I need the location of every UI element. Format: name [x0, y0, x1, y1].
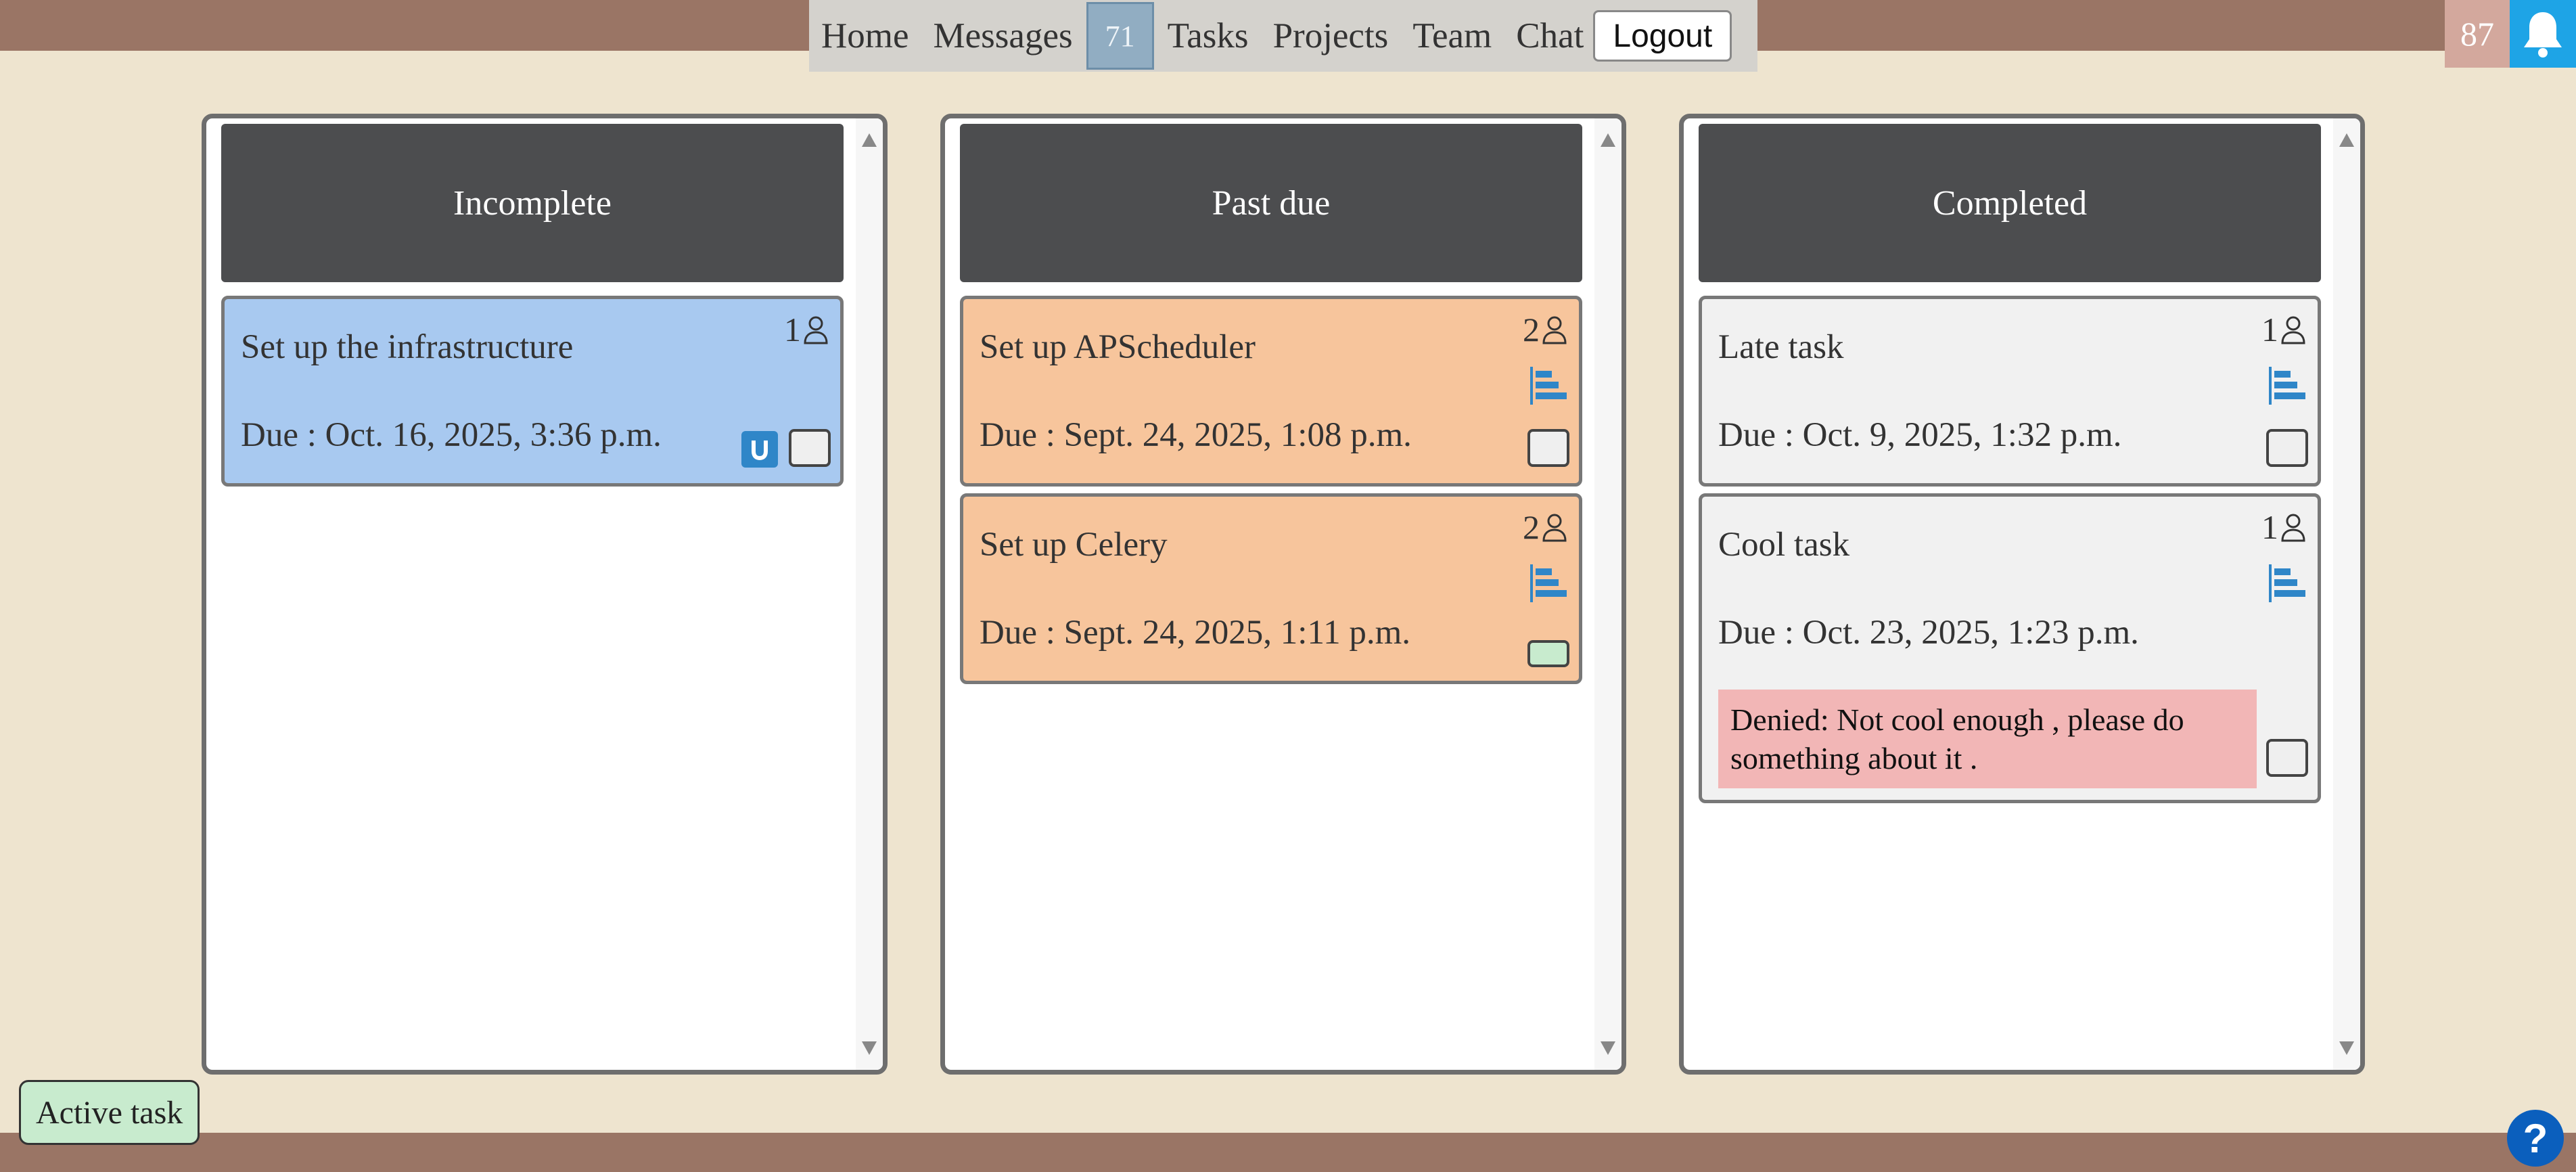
task-due-date: Due : Sept. 24, 2025, 1:11 p.m.: [980, 614, 1411, 652]
task-checkbox[interactable]: [2266, 739, 2308, 777]
scroll-down-arrow-icon[interactable]: [1601, 1041, 1615, 1055]
notification-count[interactable]: 87: [2445, 0, 2510, 68]
assignee-count-value: 1: [2261, 508, 2278, 546]
assignee-count-value: 2: [1523, 508, 1540, 546]
user-icon: [1542, 316, 1567, 344]
user-icon: [2281, 514, 2305, 542]
task-card[interactable]: Set up Celery Due : Sept. 24, 2025, 1:11…: [960, 493, 1582, 684]
help-question-icon: ?: [2523, 1115, 2548, 1161]
assignee-count: 2: [1523, 508, 1568, 547]
notification-bell-button[interactable]: [2510, 0, 2576, 68]
nav-home[interactable]: Home: [821, 18, 909, 54]
scroll-down-arrow-icon[interactable]: [862, 1041, 877, 1055]
task-checkbox[interactable]: [1527, 640, 1569, 667]
assignee-count: 2: [1523, 310, 1568, 349]
task-card[interactable]: Set up the infrastructure Due : Oct. 16,…: [221, 296, 844, 487]
assignee-count: 1: [2261, 508, 2307, 547]
column-header: Past due: [960, 124, 1582, 282]
column-header: Completed: [1699, 124, 2321, 282]
column-scrollbar[interactable]: [856, 118, 883, 1070]
column-scrollbar[interactable]: [2333, 118, 2360, 1070]
priority-bars-icon: [1530, 564, 1567, 602]
messages-count-badge[interactable]: 71: [1086, 2, 1154, 70]
user-icon: [804, 316, 828, 344]
task-title: Set up the infrastructure: [241, 328, 574, 366]
priority-bars-icon: [1530, 367, 1567, 405]
scroll-up-arrow-icon[interactable]: [862, 133, 877, 147]
task-due-date: Due : Oct. 23, 2025, 1:23 p.m.: [1718, 614, 2139, 652]
nav-chat[interactable]: Chat: [1516, 18, 1584, 54]
task-card[interactable]: Late task Due : Oct. 9, 2025, 1:32 p.m. …: [1699, 296, 2321, 487]
task-title: Cool task: [1718, 526, 1850, 564]
task-card[interactable]: Set up APScheduler Due : Sept. 24, 2025,…: [960, 296, 1582, 487]
task-title: Set up Celery: [980, 526, 1168, 564]
scroll-up-arrow-icon[interactable]: [1601, 133, 1615, 147]
task-due-date: Due : Oct. 16, 2025, 3:36 p.m.: [241, 416, 662, 454]
main-nav: Home Messages 71 Tasks Projects Team Cha…: [809, 0, 1757, 72]
task-card[interactable]: Cool task Due : Oct. 23, 2025, 1:23 p.m.…: [1699, 493, 2321, 803]
task-due-date: Due : Oct. 9, 2025, 1:32 p.m.: [1718, 416, 2122, 454]
assignee-count: 1: [784, 310, 829, 349]
scroll-up-arrow-icon[interactable]: [2339, 133, 2354, 147]
denial-message: Denied: Not cool enough , please do some…: [1718, 690, 2257, 788]
priority-bars-icon: [2269, 564, 2305, 602]
bottom-bar: [0, 1133, 2576, 1172]
priority-bars-icon: [2269, 367, 2305, 405]
column-header: Incomplete: [221, 124, 844, 282]
nav-messages[interactable]: Messages: [934, 18, 1073, 54]
task-checkbox[interactable]: [1527, 429, 1569, 467]
column-scrollbar[interactable]: [1594, 118, 1622, 1070]
user-icon: [2281, 316, 2305, 344]
task-title: Late task: [1718, 328, 1844, 366]
u-badge-icon: [741, 431, 778, 468]
assignee-count-value: 1: [2261, 311, 2278, 348]
user-icon: [1542, 514, 1567, 542]
active-task-button[interactable]: Active task: [19, 1080, 200, 1145]
assignee-count-value: 1: [784, 311, 801, 348]
logout-button[interactable]: Logout: [1593, 10, 1732, 62]
task-checkbox[interactable]: [789, 429, 831, 467]
assignee-count: 1: [2261, 310, 2307, 349]
bell-icon: [2524, 12, 2562, 58]
nav-projects[interactable]: Projects: [1273, 18, 1389, 54]
task-due-date: Due : Sept. 24, 2025, 1:08 p.m.: [980, 416, 1412, 454]
help-button[interactable]: ?: [2507, 1110, 2564, 1167]
column-completed: Completed Late task Due : Oct. 9, 2025, …: [1679, 114, 2365, 1075]
assignee-count-value: 2: [1523, 311, 1540, 348]
nav-team[interactable]: Team: [1412, 18, 1492, 54]
column-past-due: Past due Set up APScheduler Due : Sept. …: [940, 114, 1626, 1075]
task-title: Set up APScheduler: [980, 328, 1256, 366]
task-checkbox[interactable]: [2266, 429, 2308, 467]
nav-tasks[interactable]: Tasks: [1168, 18, 1249, 54]
column-incomplete: Incomplete Set up the infrastructure Due…: [202, 114, 888, 1075]
scroll-down-arrow-icon[interactable]: [2339, 1041, 2354, 1055]
